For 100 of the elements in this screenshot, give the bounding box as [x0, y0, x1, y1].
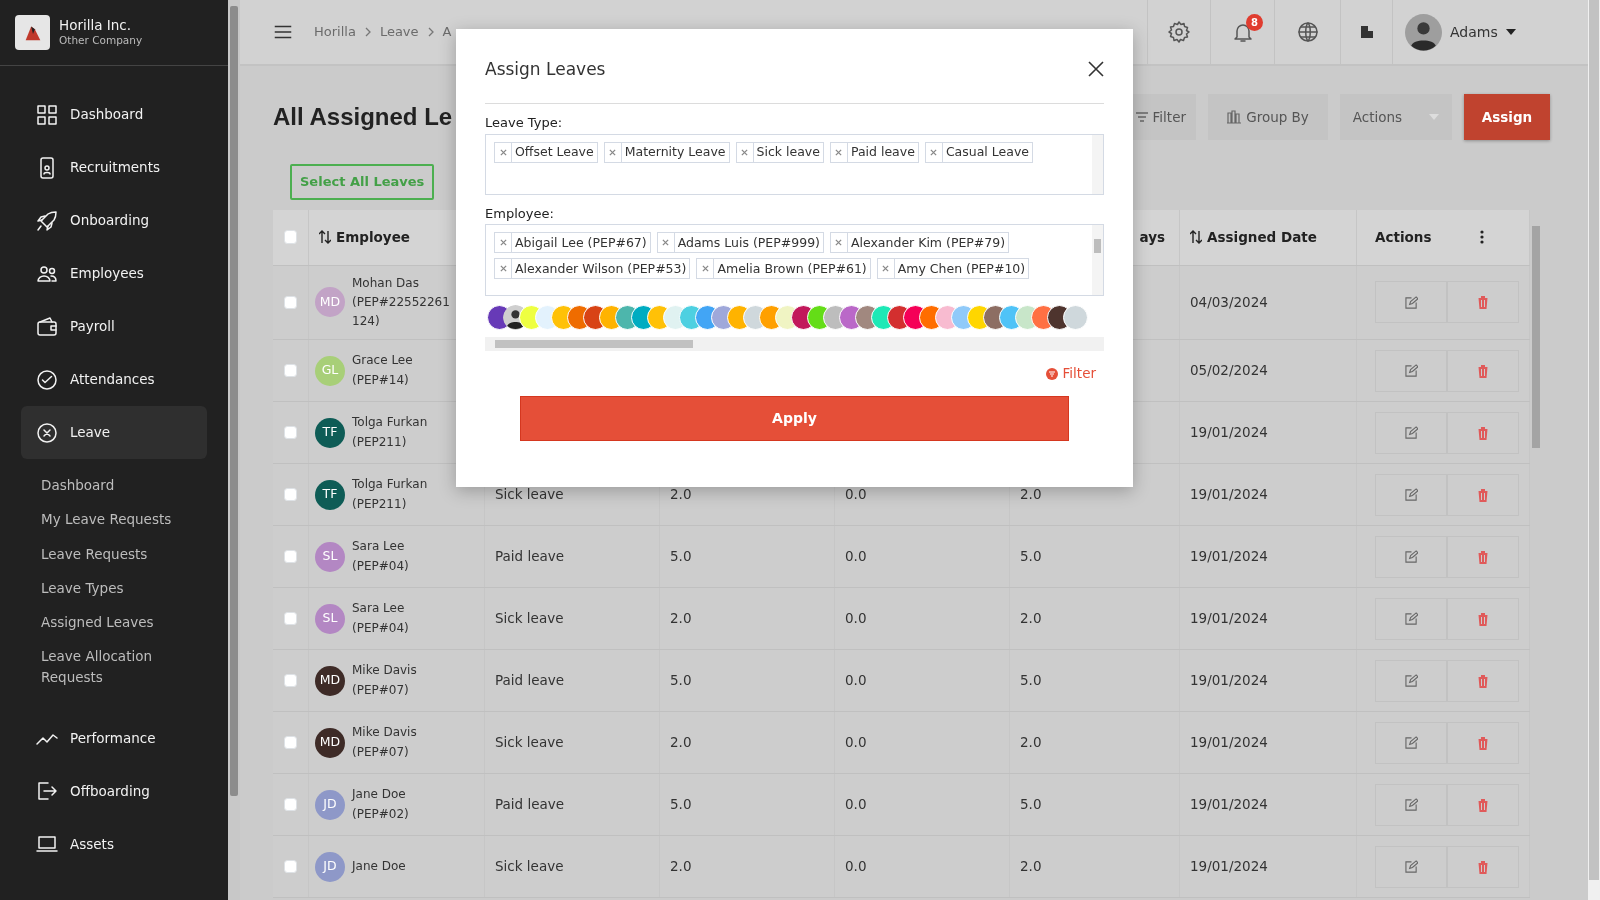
sidebar-item[interactable]: Performance — [21, 711, 207, 765]
column-header[interactable]: Employee — [319, 226, 410, 248]
sidebar-item[interactable]: Attendances — [21, 353, 207, 406]
avatar: TF — [315, 417, 345, 448]
edit-button[interactable] — [1375, 721, 1447, 764]
checkbox[interactable] — [283, 797, 298, 812]
breadcrumb-link[interactable]: Leave — [379, 22, 419, 42]
sidebar-item[interactable]: Assets — [21, 817, 207, 871]
filter-button[interactable]: Filter — [1131, 94, 1196, 140]
breadcrumb-link[interactable]: A — [442, 22, 452, 42]
edit-icon — [1404, 550, 1418, 564]
user-name[interactable]: Adams — [1450, 21, 1498, 43]
delete-button[interactable] — [1447, 597, 1519, 640]
trash-icon — [1477, 363, 1489, 378]
edit-button[interactable] — [1375, 281, 1447, 324]
column-header[interactable]: ays — [1139, 226, 1165, 248]
delete-button[interactable] — [1447, 659, 1519, 702]
edit-button[interactable] — [1375, 535, 1447, 578]
selected-tag[interactable]: Casual Leave — [924, 141, 1033, 163]
multi-select-field[interactable]: Abigail Lee (PEP#67) Adams Luis (PEP#999) Alexander Kim (PEP#79) Alexander Wilson (PEP#53) Amelia Brown (PEP#61) Amy Chen (PEP#10) — [485, 224, 1104, 297]
close-circle-icon — [35, 420, 59, 445]
delete-button[interactable] — [1447, 411, 1519, 454]
selected-tag[interactable]: Maternity Leave — [603, 141, 730, 163]
sidebar-subitem[interactable]: Assigned Leaves — [41, 605, 191, 640]
actions-button[interactable]: Actions — [1340, 94, 1452, 140]
checkbox[interactable] — [283, 549, 298, 564]
sidebar-subitem[interactable]: My Leave Requests — [41, 502, 191, 537]
column-header[interactable]: Assigned Date — [1190, 226, 1317, 248]
sidebar-item[interactable]: Dashboard — [21, 88, 207, 141]
more-icon[interactable] — [1480, 230, 1484, 244]
building-icon[interactable] — [1359, 25, 1374, 39]
sidebar-item[interactable]: Offboarding — [21, 764, 207, 818]
edit-icon — [1404, 612, 1418, 626]
logo[interactable] — [15, 15, 50, 50]
delete-button[interactable] — [1447, 349, 1519, 392]
scrollbar[interactable] — [485, 337, 1104, 352]
selected-tag[interactable]: Adams Luis (PEP#999) — [656, 232, 824, 254]
close-icon — [499, 265, 507, 273]
checkbox[interactable] — [283, 673, 298, 688]
checkbox[interactable] — [283, 487, 298, 502]
edit-button[interactable] — [1375, 659, 1447, 702]
multi-select-field[interactable]: Offset Leave Maternity Leave Sick leave Paid leave Casual Leave — [485, 133, 1104, 195]
delete-button[interactable] — [1447, 473, 1519, 516]
breadcrumb-link[interactable]: Horilla — [314, 22, 356, 42]
checkbox[interactable] — [283, 859, 298, 874]
checkbox[interactable] — [283, 611, 298, 626]
checkbox[interactable] — [283, 735, 298, 750]
delete-button[interactable] — [1447, 281, 1519, 324]
assign-button[interactable]: Assign — [1464, 94, 1550, 140]
avatar-icon[interactable] — [1405, 13, 1442, 51]
edit-button[interactable] — [1375, 349, 1447, 392]
caret-icon[interactable] — [1505, 29, 1516, 35]
selected-tag[interactable]: Amy Chen (PEP#10) — [876, 258, 1030, 280]
selected-tag[interactable]: Amelia Brown (PEP#61) — [696, 258, 871, 280]
sidebar-item[interactable]: Leave — [21, 406, 207, 459]
selected-tag[interactable]: Paid leave — [829, 141, 919, 163]
edit-button[interactable] — [1375, 473, 1447, 516]
selected-tag[interactable]: Alexander Kim (PEP#79) — [829, 232, 1010, 254]
close-button[interactable] — [1088, 61, 1104, 78]
checkbox[interactable] — [283, 425, 298, 440]
table-cell-text: Sick leave — [495, 609, 564, 629]
edit-button[interactable] — [1375, 845, 1447, 888]
sidebar-item[interactable]: Payroll — [21, 300, 207, 353]
column-header[interactable]: Actions — [1375, 226, 1432, 248]
table-cell-text: 2.0 — [1020, 609, 1042, 629]
filter-link[interactable]: Filter — [1045, 363, 1096, 384]
tag-label: Amy Chen (PEP#10) — [896, 259, 1027, 278]
settings-icon[interactable] — [1167, 20, 1191, 44]
edit-icon — [1404, 860, 1418, 874]
edit-button[interactable] — [1375, 783, 1447, 826]
selected-tag[interactable]: Alexander Wilson (PEP#53) — [494, 258, 691, 280]
delete-button[interactable] — [1447, 783, 1519, 826]
edit-button[interactable] — [1375, 597, 1447, 640]
checkbox[interactable] — [283, 363, 298, 378]
selected-tag[interactable]: Offset Leave — [494, 141, 598, 163]
sidebar-item[interactable]: Employees — [21, 247, 207, 300]
scrollbar[interactable] — [1092, 134, 1103, 194]
delete-button[interactable] — [1447, 845, 1519, 888]
sidebar-item[interactable]: Recruitments — [21, 141, 207, 194]
scrollbar[interactable] — [1092, 225, 1103, 296]
delete-button[interactable] — [1447, 721, 1519, 764]
globe-icon[interactable] — [1295, 20, 1320, 44]
scrollbar[interactable] — [1588, 0, 1600, 900]
selected-tag[interactable]: Sick leave — [735, 141, 824, 163]
sidebar-subitem[interactable]: Leave Allocation Requests — [41, 639, 191, 694]
checkbox[interactable] — [283, 230, 298, 244]
trash-icon — [1477, 859, 1489, 874]
sidebar-subitem[interactable]: Leave Requests — [41, 536, 191, 571]
checkbox[interactable] — [283, 295, 298, 310]
selected-tag[interactable]: Abigail Lee (PEP#67) — [494, 232, 651, 254]
sidebar-subitem[interactable]: Dashboard — [41, 468, 191, 503]
apply-button[interactable]: Apply — [520, 395, 1069, 441]
edit-button[interactable] — [1375, 411, 1447, 454]
group-by-button[interactable]: Group By — [1208, 94, 1328, 140]
sidebar-subitem[interactable]: Leave Types — [41, 570, 191, 605]
employee-name: Mohan Das (PEP#22552261 124) — [352, 274, 450, 330]
table-cell-text: 2.0 — [670, 733, 692, 753]
avatar: JD — [315, 851, 345, 882]
sidebar-item[interactable]: Onboarding — [21, 194, 207, 247]
delete-button[interactable] — [1447, 535, 1519, 578]
